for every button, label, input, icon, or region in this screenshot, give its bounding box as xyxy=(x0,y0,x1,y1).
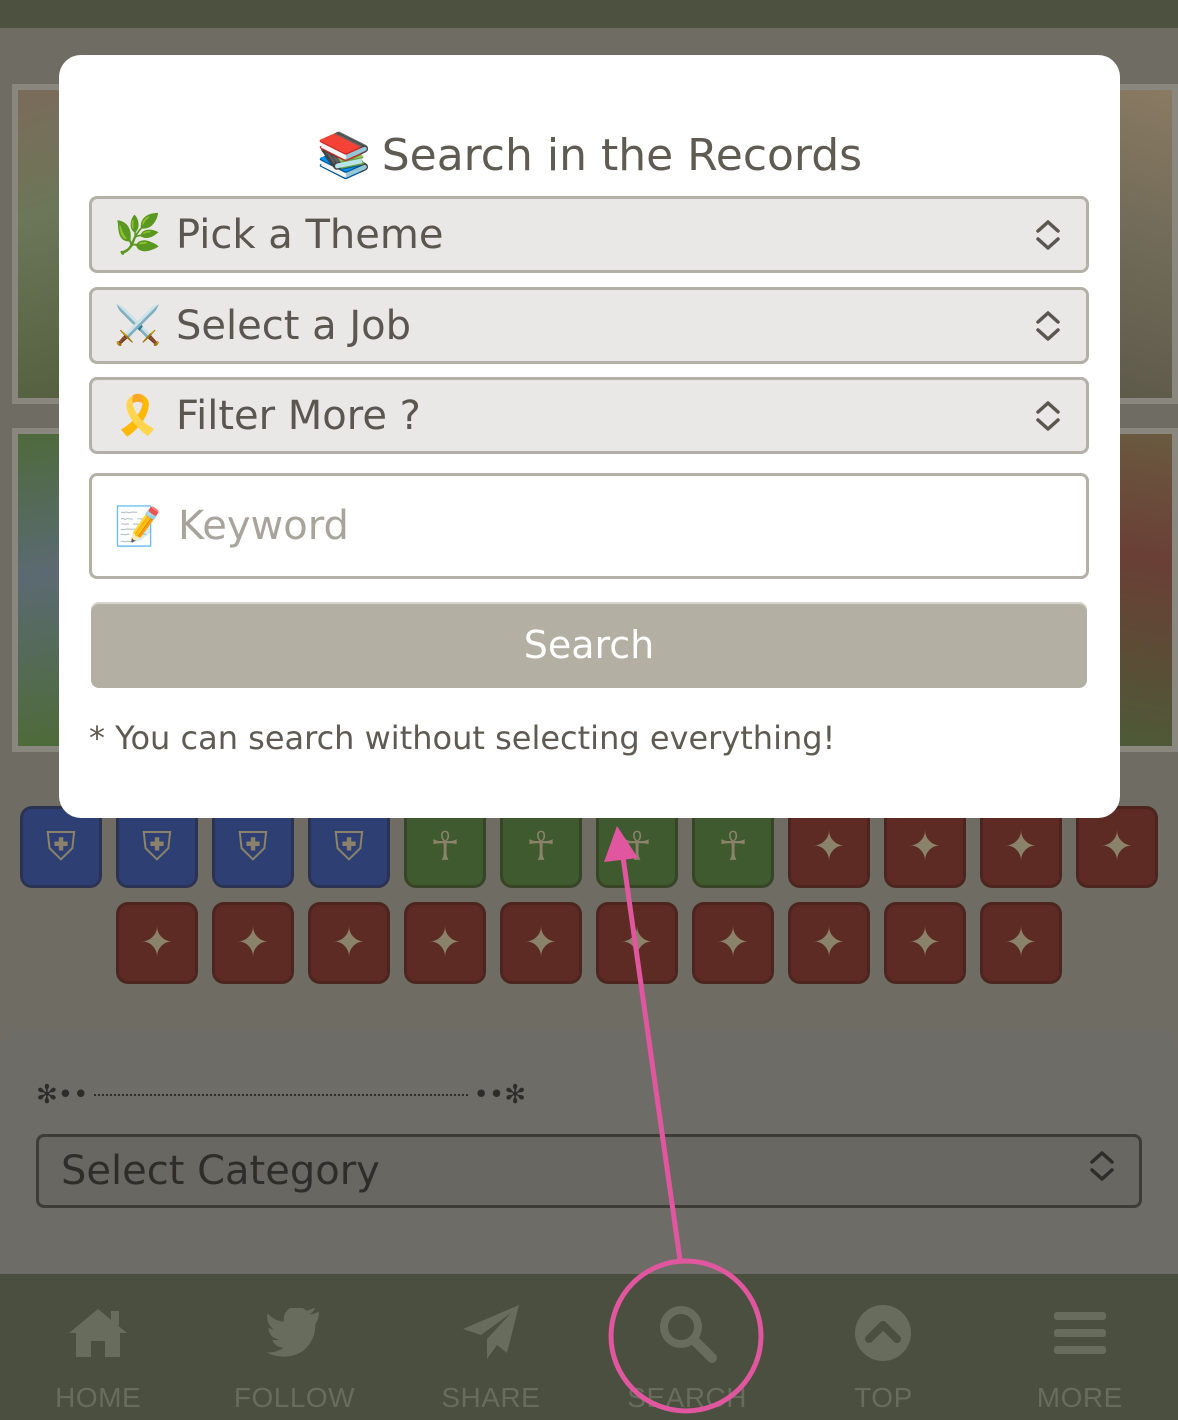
herb-icon: 🌿 xyxy=(114,212,162,256)
twitter-icon xyxy=(264,1298,324,1368)
chevron-up-circle-icon xyxy=(853,1298,913,1368)
job-dps-icon[interactable]: ✦ xyxy=(884,902,966,984)
theme-select[interactable]: 🌿 Pick a Theme xyxy=(89,196,1089,273)
job-heal-icon[interactable]: ☥ xyxy=(692,806,774,888)
nav-more[interactable]: MORE xyxy=(982,1274,1178,1420)
job-dps-icon[interactable]: ✦ xyxy=(1076,806,1158,888)
chevron-up-down-icon xyxy=(1030,218,1066,252)
nav-share-label: SHARE xyxy=(441,1382,541,1413)
job-tank-icon[interactable]: ⛨ xyxy=(212,806,294,888)
chevron-up-down-icon xyxy=(1030,309,1066,343)
search-icon xyxy=(657,1298,718,1368)
search-button[interactable]: Search xyxy=(91,602,1087,688)
chevron-up-down-icon xyxy=(1087,1148,1117,1194)
job-tank-icon[interactable]: ⛨ xyxy=(308,806,390,888)
job-dps-icon[interactable]: ✦ xyxy=(788,806,870,888)
memo-icon: 📝 xyxy=(114,503,162,548)
job-dps-icon[interactable]: ✦ xyxy=(980,902,1062,984)
nav-home[interactable]: HOME xyxy=(0,1274,196,1420)
nav-top[interactable]: TOP xyxy=(785,1274,981,1420)
chevron-up-down-icon xyxy=(1030,399,1066,433)
filter-more-select[interactable]: 🎗️ Filter More ? xyxy=(89,377,1089,454)
crossed-swords-icon: ⚔️ xyxy=(114,303,162,347)
job-heal-icon[interactable]: ☥ xyxy=(596,806,678,888)
nav-follow[interactable]: FOLLOW xyxy=(196,1274,392,1420)
nav-search-label: SEARCH xyxy=(627,1382,747,1413)
job-dps-icon[interactable]: ✦ xyxy=(308,902,390,984)
books-icon: 📚 xyxy=(316,130,372,181)
job-dps-icon[interactable]: ✦ xyxy=(788,902,870,984)
keyword-input[interactable] xyxy=(176,502,1066,550)
ribbon-icon: 🎗️ xyxy=(114,393,162,437)
job-icon-row: ✦ ✦ ✦ ✦ ✦ ✦ ✦ ✦ ✦ ✦ xyxy=(20,902,1170,984)
search-hint-note: * You can search without selecting every… xyxy=(89,719,836,757)
job-dps-icon[interactable]: ✦ xyxy=(692,902,774,984)
search-modal: 📚 Search in the Records 🌿 Pick a Theme ⚔️… xyxy=(59,55,1120,818)
filter-more-select-label: Filter More ? xyxy=(176,392,421,439)
job-select[interactable]: ⚔️ Select a Job xyxy=(89,287,1089,364)
job-icon-row: ⛨ ⛨ ⛨ ⛨ ☥ ☥ ☥ ☥ ✦ ✦ ✦ ✦ xyxy=(20,806,1170,888)
job-dps-icon[interactable]: ✦ xyxy=(596,902,678,984)
top-bar xyxy=(0,0,1178,28)
job-dps-icon[interactable]: ✦ xyxy=(500,902,582,984)
job-heal-icon[interactable]: ☥ xyxy=(404,806,486,888)
job-icon-grid: ⛨ ⛨ ⛨ ⛨ ☥ ☥ ☥ ☥ ✦ ✦ ✦ ✦ ✦ ✦ ✦ ✦ ✦ ✦ ✦ ✦ ✦ ✦ xyxy=(20,806,1170,998)
nav-home-label: HOME xyxy=(55,1382,142,1413)
job-dps-icon[interactable]: ✦ xyxy=(404,902,486,984)
job-tank-icon[interactable]: ⛨ xyxy=(20,806,102,888)
nav-top-label: TOP xyxy=(854,1382,913,1413)
category-select-label: Select Category xyxy=(61,1148,380,1194)
gallery-thumbnail[interactable] xyxy=(1110,84,1178,404)
job-dps-icon[interactable]: ✦ xyxy=(884,806,966,888)
menu-icon xyxy=(1052,1298,1108,1368)
paper-plane-icon xyxy=(461,1298,521,1368)
job-dps-icon[interactable]: ✦ xyxy=(116,902,198,984)
bottom-navigation: HOME FOLLOW SHARE SEARCH TOP MORE xyxy=(0,1274,1178,1420)
nav-share[interactable]: SHARE xyxy=(393,1274,589,1420)
category-select[interactable]: Select Category xyxy=(36,1134,1142,1208)
theme-select-label: Pick a Theme xyxy=(176,211,444,258)
nav-more-label: MORE xyxy=(1036,1382,1123,1413)
ornament-divider: ✻•• ••✻ xyxy=(36,1080,526,1110)
job-dps-icon[interactable]: ✦ xyxy=(980,806,1062,888)
nav-search[interactable]: SEARCH xyxy=(589,1274,785,1420)
modal-title-text: Search in the Records xyxy=(381,130,863,181)
nav-follow-label: FOLLOW xyxy=(233,1382,356,1413)
job-tank-icon[interactable]: ⛨ xyxy=(116,806,198,888)
home-icon xyxy=(65,1298,131,1368)
job-heal-icon[interactable]: ☥ xyxy=(500,806,582,888)
gallery-thumbnail[interactable] xyxy=(1110,428,1178,752)
job-select-label: Select a Job xyxy=(176,302,411,349)
job-dps-icon[interactable]: ✦ xyxy=(212,902,294,984)
modal-title: 📚 Search in the Records xyxy=(59,129,1120,181)
keyword-field[interactable]: 📝 xyxy=(89,473,1089,579)
